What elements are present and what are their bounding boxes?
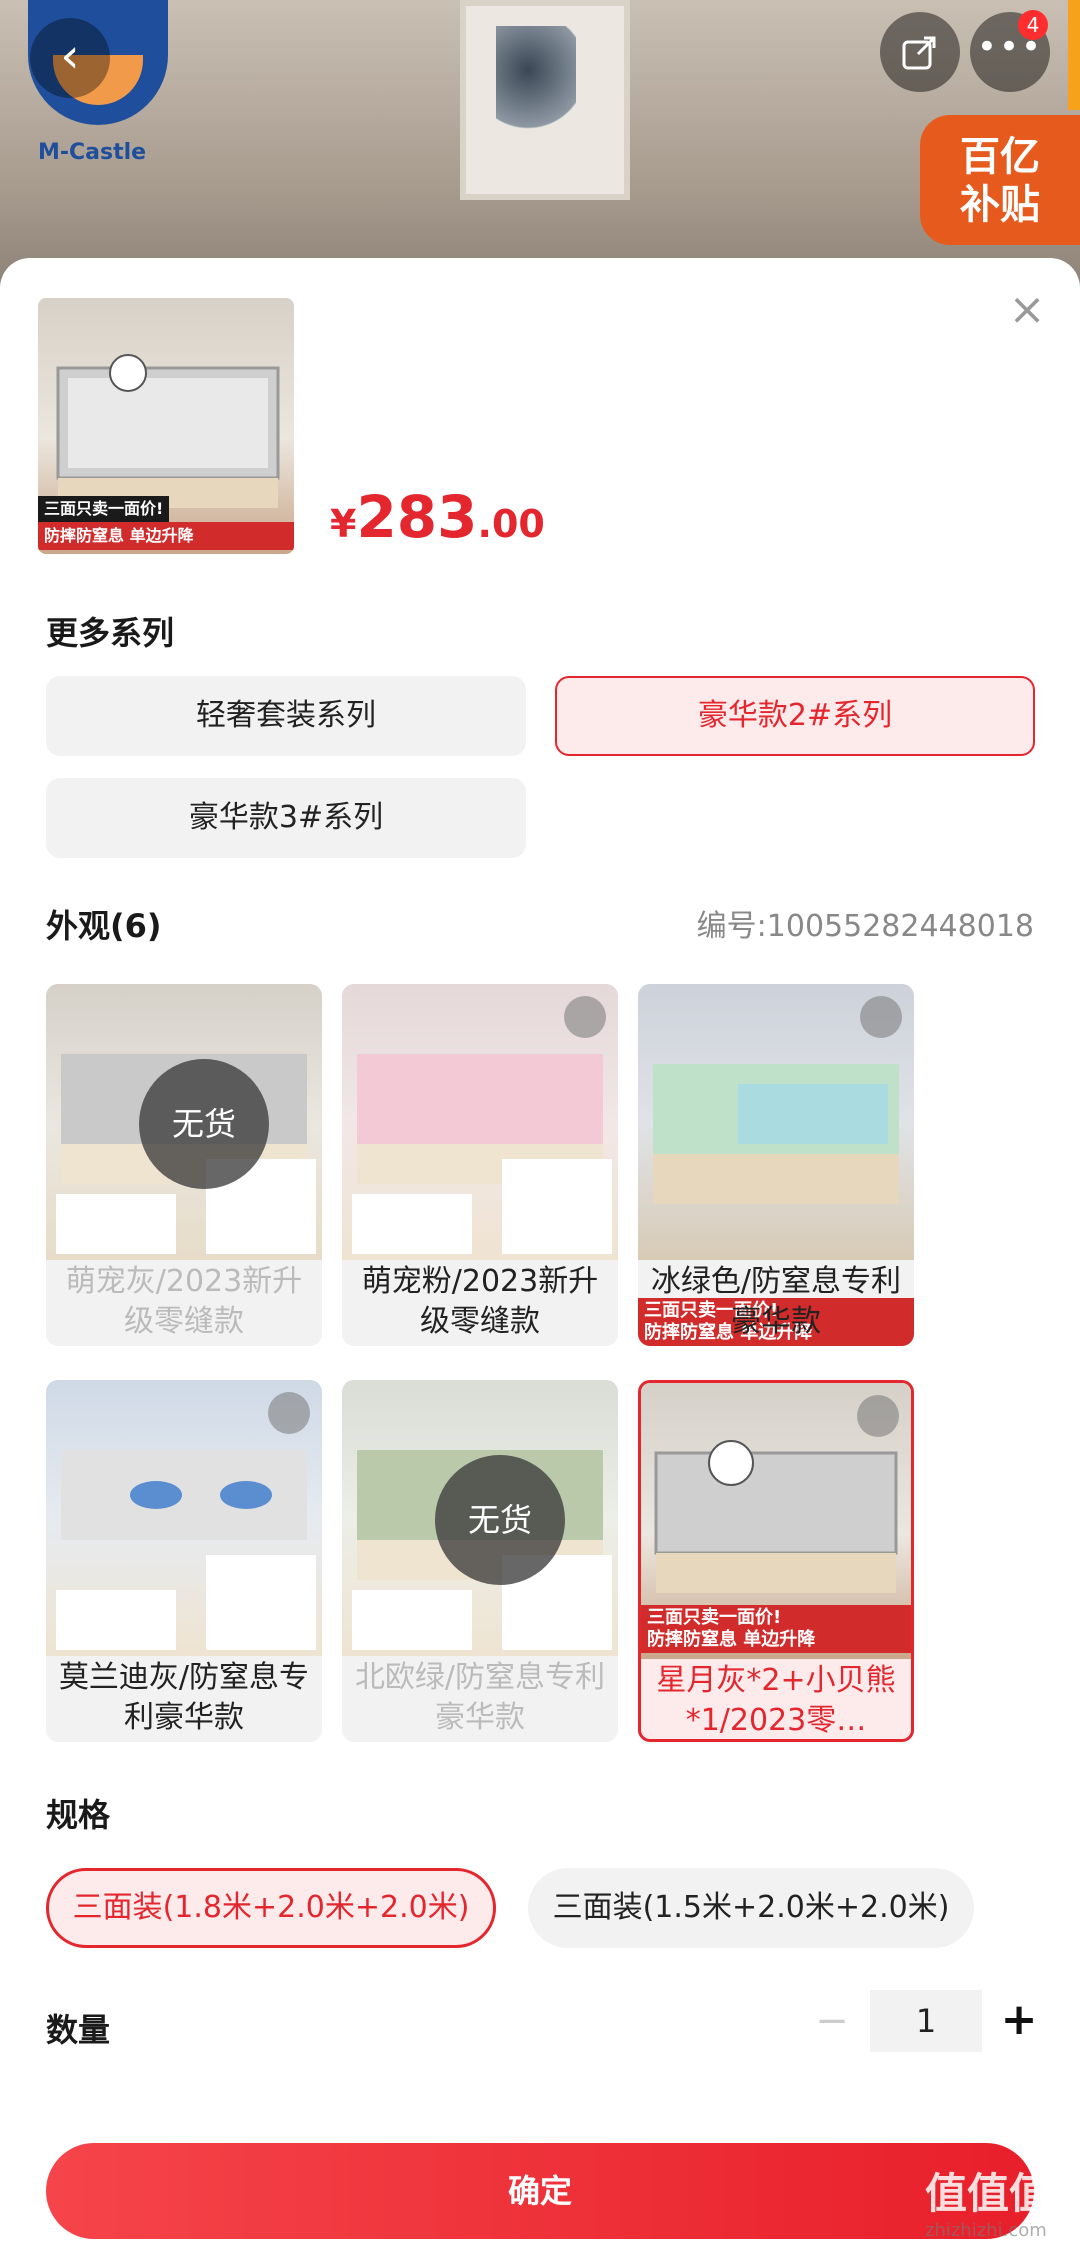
spec-title: 规格 bbox=[46, 1796, 111, 1834]
product-thumbnail[interactable]: 三面只卖一面价! 防摔防窒息 单边升降 bbox=[38, 298, 294, 554]
appearance-label: 北欧绿/防窒息专利豪华款 bbox=[354, 1660, 606, 1735]
spec-option-1[interactable]: 三面装(1.8米+2.0米+2.0米) bbox=[46, 1868, 496, 1948]
appearance-card-2[interactable]: 萌宠粉/2023新升级零缝款 bbox=[342, 984, 618, 1346]
close-icon[interactable]: × bbox=[1005, 288, 1049, 334]
price-integer: 283 bbox=[356, 483, 478, 551]
back-button[interactable]: ‹ bbox=[30, 18, 110, 98]
appearance-card-4[interactable]: 莫兰迪灰/防窒息专利豪华款 bbox=[46, 1380, 322, 1742]
thumb-promo-line1: 三面只卖一面价! bbox=[38, 496, 170, 522]
watermark: 值值值 bbox=[925, 2169, 1052, 2218]
series-title: 更多系列 bbox=[46, 614, 175, 652]
expand-icon[interactable] bbox=[857, 1395, 899, 1437]
appearance-card-5[interactable]: 无货 北欧绿/防窒息专利豪华款 bbox=[342, 1380, 618, 1742]
price: ¥283.00 bbox=[330, 483, 545, 551]
appearance-label: 萌宠灰/2023新升级零缝款 bbox=[65, 1264, 303, 1339]
edge-strip bbox=[1068, 0, 1080, 110]
product-code: 编号:10055282448018 bbox=[696, 909, 1034, 944]
series-option-3[interactable]: 豪华款3#系列 bbox=[46, 778, 526, 858]
confirm-button[interactable]: 确定 bbox=[46, 2143, 1034, 2239]
chevron-left-icon: ‹ bbox=[60, 28, 80, 84]
promo-ribbon: 三面只卖一面价! 防摔防窒息 单边升降 bbox=[641, 1605, 911, 1653]
brand-text: M-Castle bbox=[38, 140, 147, 165]
appearance-label: 莫兰迪灰/防窒息专利豪华款 bbox=[58, 1660, 310, 1735]
expand-icon[interactable] bbox=[860, 996, 902, 1038]
appearance-card-6[interactable]: 三面只卖一面价! 防摔防窒息 单边升降 星月灰*2+小贝熊*1/2023零… bbox=[638, 1380, 914, 1742]
thumb-promo-line2: 防摔防窒息 单边升降 bbox=[38, 522, 294, 550]
spec-option-2[interactable]: 三面装(1.5米+2.0米+2.0米) bbox=[528, 1868, 974, 1948]
quantity-decrease-button[interactable]: − bbox=[812, 2001, 852, 2043]
wall-painting bbox=[460, 0, 630, 200]
out-of-stock-badge: 无货 bbox=[435, 1455, 565, 1585]
quantity-title: 数量 bbox=[46, 2011, 111, 2049]
out-of-stock-badge: 无货 bbox=[139, 1059, 269, 1189]
share-icon bbox=[902, 36, 936, 70]
appearance-title: 外观(6) bbox=[46, 907, 162, 945]
appearance-card-1[interactable]: 无货 萌宠灰/2023新升级零缝款 bbox=[46, 984, 322, 1346]
notification-badge: 4 bbox=[1018, 10, 1048, 40]
appearance-label: 星月灰*2+小贝熊*1/2023零… bbox=[656, 1663, 896, 1738]
price-decimal: .00 bbox=[477, 502, 545, 546]
expand-icon[interactable] bbox=[564, 996, 606, 1038]
quantity-input[interactable]: 1 bbox=[870, 1990, 982, 2052]
quantity-increase-button[interactable]: + bbox=[998, 1998, 1040, 2042]
appearance-label: 萌宠粉/2023新升级零缝款 bbox=[361, 1264, 599, 1339]
watermark-domain: zhizhizhi.com bbox=[925, 2220, 1047, 2241]
series-option-2[interactable]: 豪华款2#系列 bbox=[555, 676, 1035, 756]
expand-icon[interactable] bbox=[268, 1392, 310, 1434]
appearance-card-3[interactable]: 三面只卖一面价! 防摔防窒息 单边升降 冰绿色/防窒息专利豪华款 bbox=[638, 984, 914, 1346]
appearance-label: 冰绿色/防窒息专利豪华款 bbox=[650, 1264, 902, 1339]
subsidy-badge[interactable]: 百亿 补贴 bbox=[920, 115, 1080, 245]
series-option-1[interactable]: 轻奢套装系列 bbox=[46, 676, 526, 756]
price-currency: ¥ bbox=[330, 502, 357, 546]
share-button[interactable] bbox=[880, 12, 960, 92]
